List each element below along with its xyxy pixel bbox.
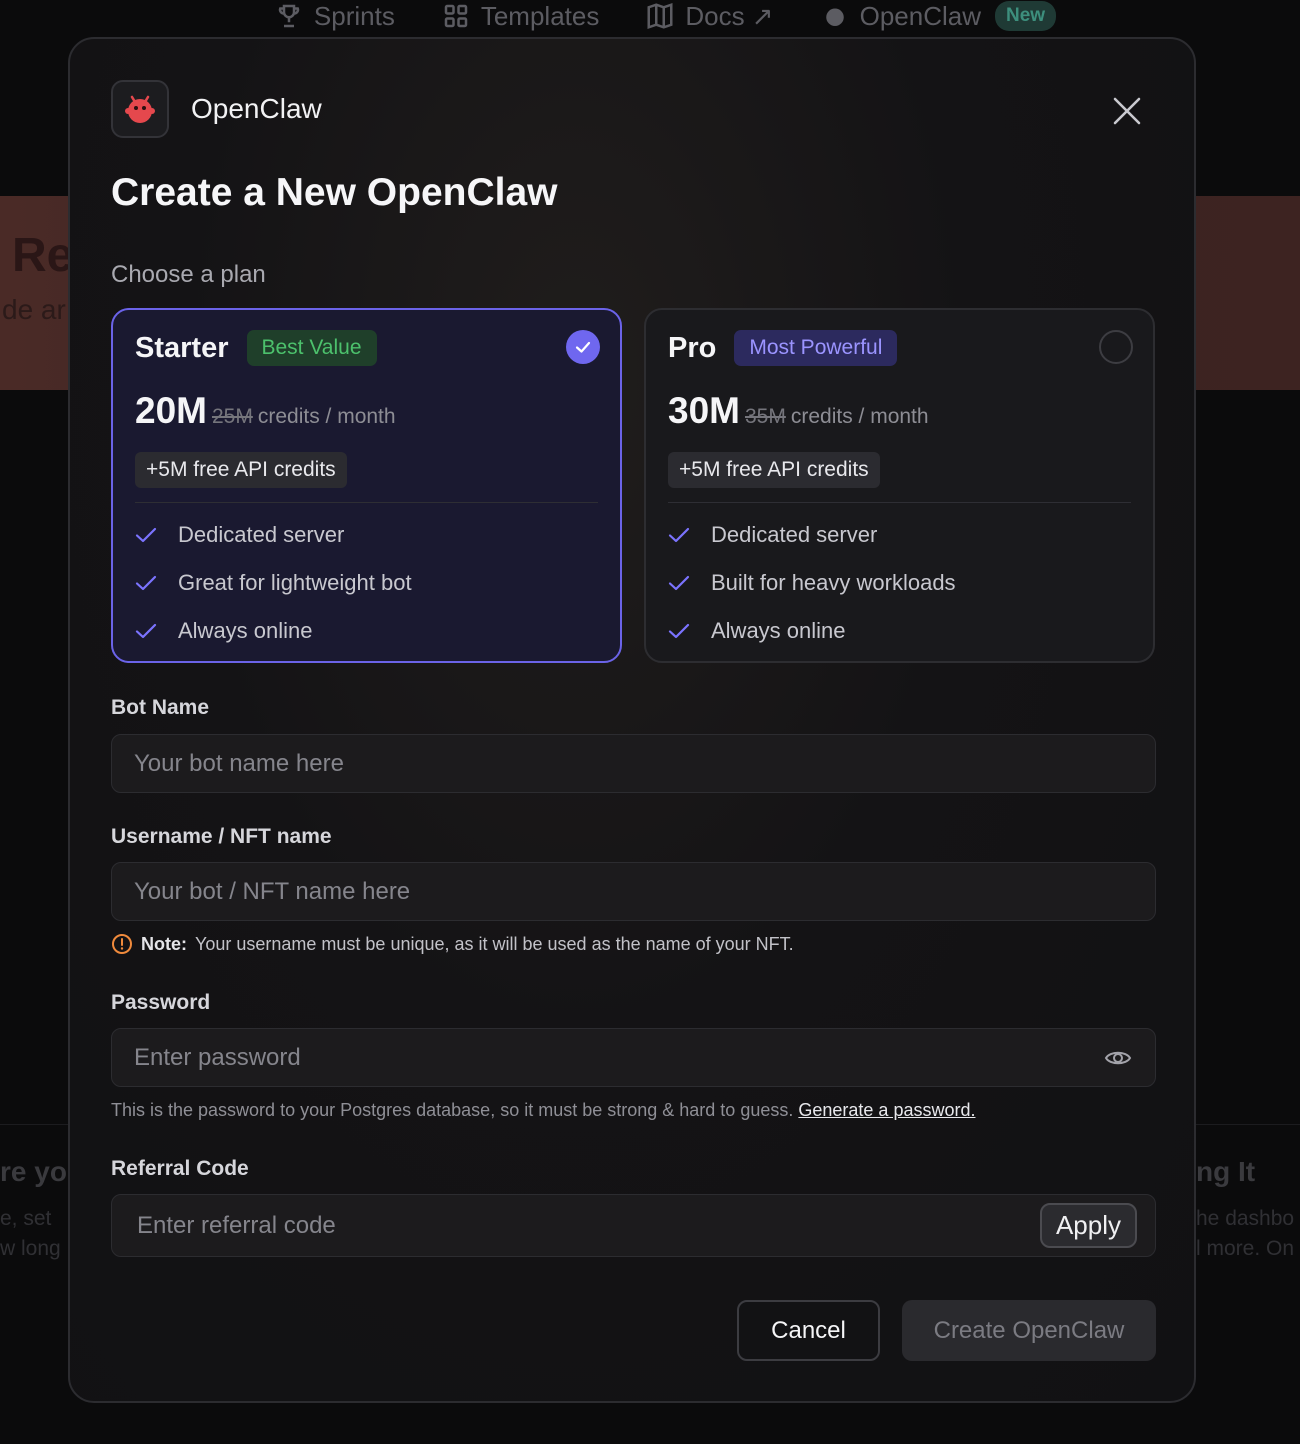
background-subtitle: de ar [2, 294, 66, 325]
api-bonus-chip: +5M free API credits [135, 452, 347, 488]
background-left-line: e, set [0, 1207, 52, 1230]
check-icon [668, 527, 690, 543]
password-label: Password [111, 991, 211, 1014]
referral-field: Apply [111, 1194, 1156, 1257]
bot-name-label: Bot Name [111, 696, 210, 719]
plan-divider [668, 502, 1131, 503]
check-icon [135, 527, 157, 543]
password-hint-text: This is the password to your Postgres da… [111, 1100, 794, 1120]
book-icon [647, 3, 673, 29]
plan-old-credits: 25M [211, 405, 253, 428]
plan-feature: Built for heavy workloads [668, 570, 956, 596]
plan-badge: Most Powerful [734, 330, 898, 366]
plan-feature-label: Always online [711, 618, 846, 643]
new-badge: New [995, 1, 1057, 31]
warning-icon [112, 934, 132, 954]
plan-header: Starter Best Value [135, 330, 377, 366]
plan-card-starter[interactable]: Starter Best Value 20M 25M credits / mon… [111, 308, 622, 663]
nav-docs-label: Docs ↗ [685, 0, 774, 31]
openclaw-logo-icon [125, 95, 155, 123]
nav-openclaw[interactable]: OpenClaw New [820, 0, 1057, 32]
plan-credits: 30M [668, 390, 740, 431]
app-logo [111, 80, 169, 138]
note-text: Your username must be unique, as it will… [195, 933, 794, 954]
plan-card-pro[interactable]: Pro Most Powerful 30M 35M credits / mont… [644, 308, 1155, 663]
plan-name: Starter [135, 331, 229, 364]
background-left-heading: re yo [0, 1156, 67, 1187]
note-label: Note: [141, 933, 187, 954]
nav-sprints[interactable]: Sprints [274, 0, 395, 32]
eye-icon[interactable] [1103, 1043, 1133, 1073]
grid-icon [444, 4, 468, 28]
app-name: OpenClaw [191, 93, 322, 124]
check-icon [135, 575, 157, 591]
plan-divider [135, 502, 598, 503]
background-right-text: he dashbo l more. On [1196, 1204, 1294, 1264]
plan-radio-selected[interactable] [566, 330, 600, 364]
nav-openclaw-label: OpenClaw [859, 0, 981, 31]
username-input[interactable] [134, 877, 1133, 906]
close-icon [1113, 97, 1141, 125]
background-left-text: e, set w long [0, 1204, 61, 1264]
plan-feature-label: Great for lightweight bot [178, 570, 412, 595]
create-openclaw-modal: OpenClaw Create a New OpenClaw Choose a … [68, 37, 1196, 1403]
bot-name-input[interactable] [134, 749, 1133, 778]
bot-name-field [111, 734, 1156, 793]
nav-docs[interactable]: Docs ↗ [645, 0, 774, 32]
top-navigation: Sprints Templates Docs ↗ OpenClaw New [0, 0, 1300, 36]
plan-price: 30M 35M credits / month [668, 390, 929, 432]
plan-radio-unselected[interactable] [1099, 330, 1133, 364]
username-note: Note: Your username must be unique, as i… [111, 933, 794, 955]
plan-section-label: Choose a plan [111, 261, 266, 288]
bot-icon [825, 8, 844, 26]
referral-label: Referral Code [111, 1157, 249, 1180]
plan-feature: Dedicated server [135, 522, 344, 548]
background-right-line: he dashbo [1196, 1207, 1295, 1230]
background-title: Re [12, 229, 74, 282]
plan-credits-unit: credits / month [257, 405, 396, 428]
check-icon [135, 623, 157, 639]
plan-feature: Dedicated server [668, 522, 877, 548]
check-icon [668, 623, 690, 639]
plan-old-credits: 35M [744, 405, 786, 428]
plan-feature-label: Always online [178, 618, 313, 643]
modal-title: Create a New OpenClaw [111, 171, 558, 214]
password-input[interactable] [134, 1043, 1103, 1072]
plan-credits-unit: credits / month [790, 405, 929, 428]
background-left-line: w long [0, 1237, 61, 1260]
check-icon [575, 341, 591, 353]
cancel-button[interactable]: Cancel [737, 1300, 880, 1361]
create-openclaw-button[interactable]: Create OpenClaw [902, 1300, 1156, 1361]
password-field [111, 1028, 1156, 1087]
plan-feature-label: Dedicated server [178, 522, 345, 547]
plan-feature-label: Dedicated server [711, 522, 878, 547]
nav-sprints-label: Sprints [313, 0, 395, 31]
plan-feature: Always online [135, 618, 313, 644]
referral-input[interactable] [137, 1211, 997, 1240]
username-field [111, 862, 1156, 921]
plan-header: Pro Most Powerful [668, 330, 898, 366]
background-right-heading: ng It [1196, 1156, 1256, 1187]
plan-feature: Always online [668, 618, 846, 644]
password-hint: This is the password to your Postgres da… [111, 1100, 975, 1121]
plan-name: Pro [668, 331, 717, 364]
generate-password-link[interactable]: Generate a password. [798, 1100, 975, 1120]
plan-badge: Best Value [246, 330, 377, 366]
check-icon [668, 575, 690, 591]
background-right-line: l more. On [1196, 1237, 1295, 1260]
plan-price: 20M 25M credits / month [135, 390, 396, 432]
apply-button[interactable]: Apply [1039, 1203, 1137, 1248]
api-bonus-chip: +5M free API credits [668, 452, 880, 488]
trophy-icon [278, 4, 300, 28]
plan-feature-label: Built for heavy workloads [711, 570, 956, 595]
close-button[interactable] [1110, 94, 1144, 128]
plan-feature: Great for lightweight bot [135, 570, 412, 596]
nav-templates[interactable]: Templates [441, 0, 600, 32]
username-label: Username / NFT name [111, 825, 332, 848]
plan-credits: 20M [135, 390, 207, 431]
nav-templates-label: Templates [480, 0, 600, 31]
